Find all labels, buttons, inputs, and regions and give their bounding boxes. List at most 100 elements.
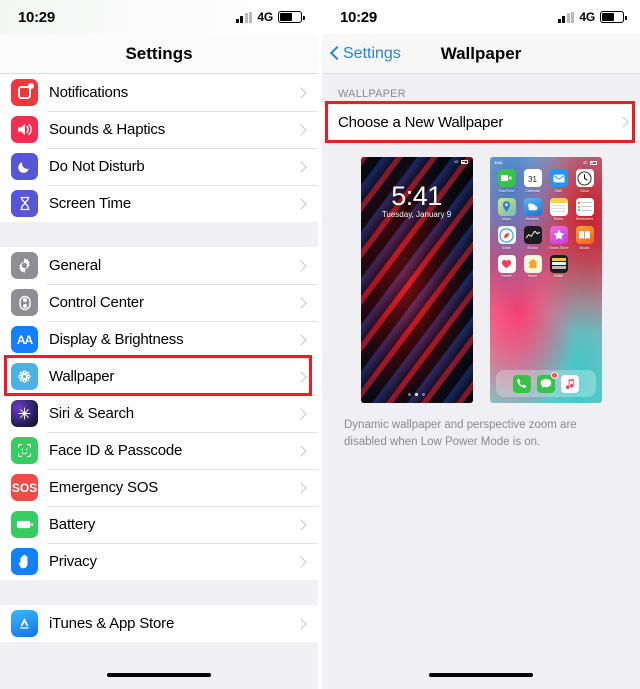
display-icon: AA [11,326,38,353]
sidebar-item-siri-search[interactable]: Siri & Search [0,395,318,432]
wallpaper-screen: 10:29 4G Settings Wallpaper WALLPAPER Ch… [322,0,640,689]
battery-icon [278,11,305,23]
sidebar-item-screen-time[interactable]: Screen Time [0,185,318,222]
lock-screen-preview[interactable]: 4G 5:41 Tuesday, January 9 [360,157,473,403]
notes-icon [549,197,568,216]
preview-status-right: 4G [583,160,597,165]
page-title: Wallpaper [440,43,522,63]
row-label: Privacy [49,553,97,570]
dual-screenshot: 10:29 4G Settings Notifications Sounds &… [0,0,640,689]
safari-icon [497,226,516,244]
app-icon-home: Home [520,254,546,278]
page-dots [361,393,473,396]
sidebar-item-notifications[interactable]: Notifications [0,74,318,111]
row-label: Screen Time [49,195,131,212]
row-label: Wallpaper [49,368,115,385]
music-icon [560,374,579,393]
app-icon-stocks: Stocks [520,226,546,250]
app-label: Wallet [553,274,564,278]
battery-icon [11,511,38,538]
clock-icon [575,169,594,187]
sidebar-item-display-brightness[interactable]: AA Display & Brightness [0,321,318,358]
status-bar-right: 10:29 4G [322,0,640,34]
sidebar-item-sounds-haptics[interactable]: Sounds & Haptics [0,111,318,148]
app-label: Books [579,245,590,250]
moon-icon [11,153,38,180]
app-icon-wallet: Wallet [546,254,572,278]
row-label: iTunes & App Store [49,615,175,632]
sidebar-item-general[interactable]: General [0,247,318,284]
settings-group-1: Notifications Sounds & Haptics Do Not Di… [0,74,318,222]
app-icon-books: Books [572,226,598,250]
preview-network: 4G [583,160,588,165]
group-divider [0,580,318,605]
preview-battery-icon [460,160,468,164]
mail-icon [549,169,568,187]
app-icon-notes: Notes [546,197,572,221]
wallpaper-icon [11,363,38,390]
back-button[interactable]: Settings [330,34,401,73]
chevron-right-icon [295,555,307,568]
sidebar-item-privacy[interactable]: Privacy [0,543,318,580]
app-label: Mail [555,188,562,193]
app-label: Calendar [525,188,540,193]
preview-status-bar: 4G [454,160,468,164]
home-indicator[interactable] [107,672,211,678]
network-label: 4G [257,10,273,24]
app-store-icon [11,610,38,637]
messages-icon: 2 [536,371,558,393]
sidebar-item-wallpaper[interactable]: Wallpaper [0,358,318,395]
settings-list[interactable]: Notifications Sounds & Haptics Do Not Di… [0,74,318,688]
chevron-right-icon [295,160,307,173]
sounds-icon [11,116,38,143]
sidebar-item-battery[interactable]: Battery [0,506,318,543]
preview-time: 9:41 [494,160,503,165]
wallet-icon [549,254,568,273]
home-indicator-area-right [322,661,640,689]
settings-group-2: General Control Center AA Display & Brig… [0,247,318,580]
preview-network: 4G [453,160,459,164]
status-time: 10:29 [18,8,55,26]
sidebar-item-do-not-disturb[interactable]: Do Not Disturb [0,148,318,185]
gear-icon [11,252,38,279]
status-indicators: 4G [557,10,627,24]
app-icon-itunes-store: iTunes Store [546,226,572,250]
chevron-right-icon [295,617,307,630]
facetime-icon [497,169,516,187]
chevron-right-icon [295,518,307,531]
sidebar-item-itunes-app-store[interactable]: iTunes & App Store [0,605,318,642]
reminders-icon [575,197,594,216]
home-icon [523,254,542,273]
settings-group-3: iTunes & App Store [0,605,318,642]
lock-time: 5:41 [391,181,442,211]
app-label: Stocks [527,245,538,250]
footnote-text: Dynamic wallpaper and perspective zoom a… [344,419,577,448]
choose-new-wallpaper-row[interactable]: Choose a New Wallpaper [322,105,640,139]
app-grid: FaceTime 31 Calendar Mail Clock Maps Wea… [494,169,598,278]
app-label: Health [501,274,512,278]
row-label: Choose a New Wallpaper [338,113,504,131]
preview-battery-icon [589,160,597,165]
hand-icon [11,548,38,575]
sidebar-item-face-id-passcode[interactable]: Face ID & Passcode [0,432,318,469]
status-indicators: 4G [235,10,305,24]
app-icon-maps: Maps [494,197,520,221]
wallpaper-content: WALLPAPER Choose a New Wallpaper 4G 5:41 [322,74,640,688]
sidebar-item-emergency-sos[interactable]: SOS Emergency SOS [0,469,318,506]
app-label: Weather [525,217,540,221]
health-icon [497,254,516,273]
books-icon [575,226,594,244]
weather-icon [523,197,542,216]
home-indicator[interactable] [429,672,533,678]
home-screen-preview[interactable]: 9:41 4G FaceTime 31 Calendar Mail Clock … [489,157,602,403]
app-icon-health: Health [494,254,520,278]
maps-icon [497,197,516,216]
app-label: iTunes Store [548,245,569,250]
app-label: Clock [580,188,589,193]
sos-icon: SOS [11,474,38,501]
messages-badge: 2 [550,371,558,379]
row-label: Face ID & Passcode [49,442,183,459]
sidebar-item-control-center[interactable]: Control Center [0,284,318,321]
row-label: Emergency SOS [49,479,159,496]
app-icon-calendar: 31 Calendar [520,169,546,193]
